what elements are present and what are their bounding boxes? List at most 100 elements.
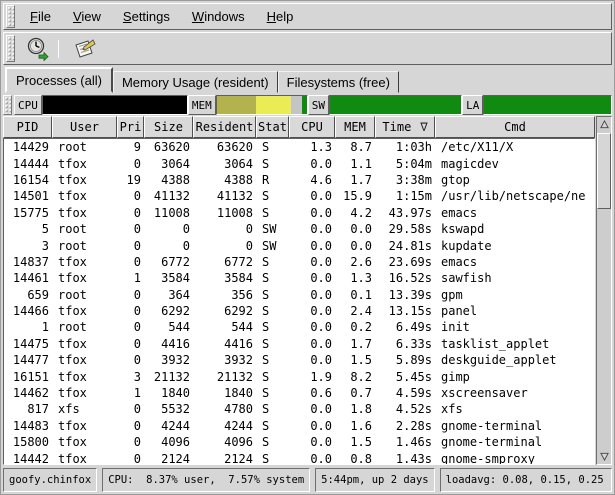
- column-header-label: PID: [17, 120, 39, 134]
- cell-pri: 9: [118, 140, 145, 154]
- cell-stat: S: [257, 271, 290, 285]
- menu-bar: File View Settings Windows Help: [3, 3, 612, 30]
- table-row[interactable]: 14429root96362063620S1.38.71:03h/etc/X11…: [4, 139, 594, 155]
- table-row[interactable]: 15800tfox040964096S0.01.51.46sgnome-term…: [4, 434, 594, 450]
- cell-resident: 41132: [194, 189, 257, 203]
- menubar-drag-handle[interactable]: [6, 5, 15, 28]
- table-row[interactable]: 5root000SW0.00.029.58skswapd: [4, 221, 594, 237]
- table-row[interactable]: 14483tfox042444244S0.01.62.28sgnome-term…: [4, 418, 594, 434]
- cell-resident: 11008: [194, 206, 257, 220]
- cell-cpu: 0.0: [290, 419, 336, 433]
- column-header-user[interactable]: User: [52, 116, 117, 138]
- cell-cpu: 0.0: [290, 288, 336, 302]
- cell-pri: 0: [118, 320, 145, 334]
- bar-segment: [217, 96, 257, 114]
- menu-item-view[interactable]: View: [65, 7, 109, 26]
- scroll-down-button[interactable]: [597, 449, 611, 464]
- column-header-time[interactable]: Time∇: [375, 116, 435, 138]
- cell-stat: S: [257, 435, 290, 449]
- monitor-label-la[interactable]: LA: [462, 95, 483, 115]
- cell-mem: 1.7: [336, 337, 376, 351]
- column-header-pid[interactable]: PID: [3, 116, 52, 138]
- cell-cpu: 0.0: [290, 353, 336, 367]
- monitor-label-sw[interactable]: SW: [308, 95, 329, 115]
- cell-mem: 2.4: [336, 304, 376, 318]
- clock-run-icon[interactable]: [22, 35, 54, 62]
- status-panel-load-average: loadavg: 0.08, 0.15, 0.25: [440, 468, 612, 492]
- table-row[interactable]: 15775tfox01100811008S0.04.243.97semacs: [4, 205, 594, 221]
- cell-resident: 6772: [194, 255, 257, 269]
- scrollbar-thumb[interactable]: [597, 133, 611, 209]
- table-row[interactable]: 659root0364356S0.00.113.39sgpm: [4, 287, 594, 303]
- cell-resident: 0: [194, 222, 257, 236]
- table-row[interactable]: 14837tfox067726772S0.02.623.69semacs: [4, 254, 594, 270]
- column-header-mem[interactable]: MEM: [335, 116, 375, 138]
- table-row[interactable]: 16154tfox1943884388R4.61.73:38mgtop: [4, 172, 594, 188]
- cell-cmd: /etc/X11/X: [436, 140, 594, 154]
- cell-resident: 21132: [194, 370, 257, 384]
- column-header-size[interactable]: Size: [144, 116, 193, 138]
- monitor-label-mem[interactable]: MEM: [188, 95, 216, 115]
- table-row[interactable]: 3root000SW0.00.024.81skupdate: [4, 237, 594, 253]
- cell-user: tfox: [53, 370, 118, 384]
- table-row[interactable]: 14501tfox04113241132S0.015.91:15m/usr/li…: [4, 188, 594, 204]
- column-header-pri[interactable]: Pri: [117, 116, 144, 138]
- table-row[interactable]: 14461tfox135843584S0.01.316.52ssawfish: [4, 270, 594, 286]
- table-row[interactable]: 14442tfox021242124S0.00.81.43sgnome-smpr…: [4, 450, 594, 465]
- cell-cpu: 1.9: [290, 370, 336, 384]
- table-row[interactable]: 14444tfox030643064S0.01.15:04mmagicdev: [4, 155, 594, 171]
- cell-pid: 1: [4, 320, 53, 334]
- menu-item-windows[interactable]: Windows: [184, 7, 253, 26]
- cell-mem: 15.9: [336, 189, 376, 203]
- menu-item-settings[interactable]: Settings: [115, 7, 178, 26]
- monitor-la: LA: [462, 95, 612, 115]
- gtop-window: File View Settings Windows Help: [0, 0, 615, 495]
- cell-stat: S: [257, 386, 290, 400]
- monitor-label-cpu[interactable]: CPU: [14, 95, 42, 115]
- column-header-cmd[interactable]: Cmd: [435, 116, 595, 138]
- cell-size: 0: [145, 239, 194, 253]
- cell-user: tfox: [53, 452, 118, 465]
- table-row[interactable]: 14475tfox044164416S0.01.76.33stasklist_a…: [4, 336, 594, 352]
- table-row[interactable]: 16151tfox32113221132S1.98.25.45sgimp: [4, 368, 594, 384]
- cell-resident: 4416: [194, 337, 257, 351]
- cell-mem: 0.7: [336, 386, 376, 400]
- table-row[interactable]: 817xfs055324780S0.01.84.52sxfs: [4, 401, 594, 417]
- table-row[interactable]: 1root0544544S0.00.26.49sinit: [4, 319, 594, 335]
- cell-resident: 4244: [194, 419, 257, 433]
- cell-pri: 0: [118, 255, 145, 269]
- tab-processes-all[interactable]: Processes (all): [5, 67, 113, 93]
- cell-user: tfox: [53, 304, 118, 318]
- vertical-scrollbar[interactable]: [596, 116, 612, 465]
- cell-size: 3932: [145, 353, 194, 367]
- cell-pid: 14429: [4, 140, 53, 154]
- scrollbar-track[interactable]: [597, 132, 611, 449]
- cell-time: 24.81s: [376, 239, 436, 253]
- cell-pid: 14483: [4, 419, 53, 433]
- column-header-cpu[interactable]: CPU: [289, 116, 335, 138]
- summary-drag-handle[interactable]: [3, 95, 12, 115]
- scroll-up-button[interactable]: [597, 117, 611, 132]
- toolbar-drag-handle[interactable]: [6, 35, 15, 62]
- column-header-label: Resident: [196, 120, 254, 134]
- column-header-resident[interactable]: Resident: [193, 116, 256, 138]
- cell-pri: 0: [118, 288, 145, 302]
- table-header-row: PID UserPriSizeResidentStatCPUMEMTime∇Cmd: [3, 116, 595, 138]
- menu-item-help[interactable]: Help: [259, 7, 302, 26]
- table-row[interactable]: 14462tfox118401840S0.60.74.59sxscreensav…: [4, 385, 594, 401]
- cell-pid: 14444: [4, 157, 53, 171]
- table-row[interactable]: 14466tfox062926292S0.02.413.15spanel: [4, 303, 594, 319]
- menu-item-file[interactable]: File: [22, 7, 59, 26]
- note-edit-icon[interactable]: [68, 35, 100, 62]
- cell-mem: 1.3: [336, 271, 376, 285]
- cell-pid: 14462: [4, 386, 53, 400]
- cell-mem: 1.6: [336, 419, 376, 433]
- cell-resident: 356: [194, 288, 257, 302]
- tab-filesystems-free[interactable]: Filesystems (free): [278, 71, 399, 93]
- tab-memory-usage-resident[interactable]: Memory Usage (resident): [113, 71, 278, 93]
- table-row[interactable]: 14477tfox039323932S0.01.55.89sdeskguide_…: [4, 352, 594, 368]
- cell-cmd: kswapd: [436, 222, 594, 236]
- column-header-stat[interactable]: Stat: [256, 116, 289, 138]
- cell-time: 1:03h: [376, 140, 436, 154]
- cell-resident: 1840: [194, 386, 257, 400]
